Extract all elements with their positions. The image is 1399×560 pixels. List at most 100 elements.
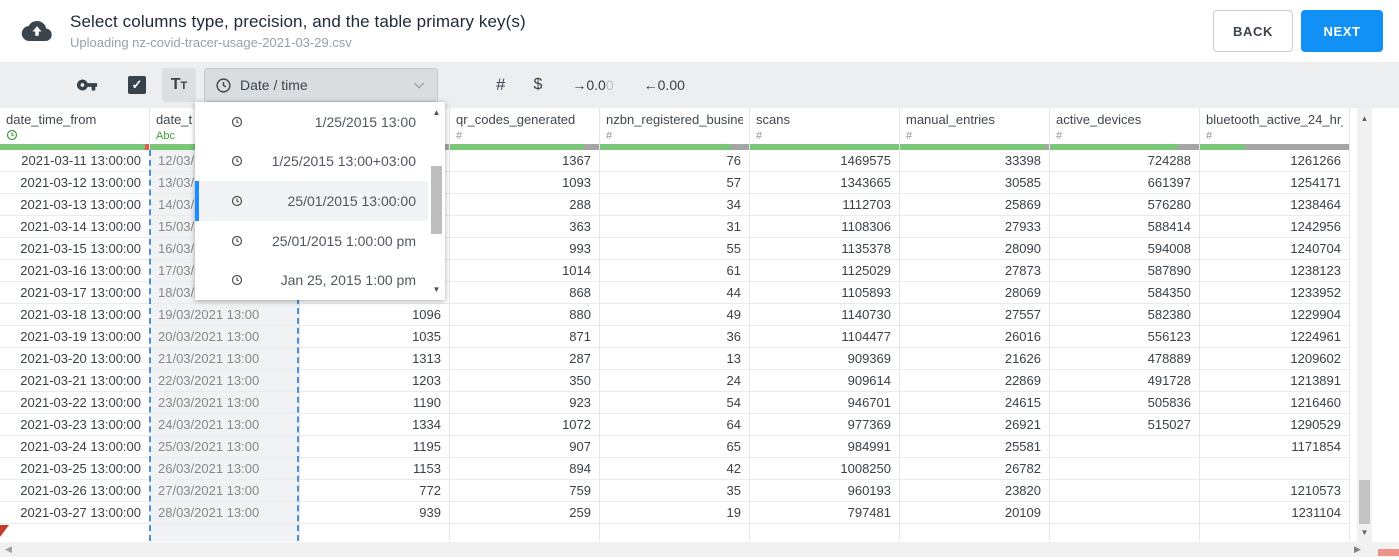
table-cell: 27/03/2021 13:00 (151, 480, 297, 502)
menu-item[interactable]: 25/01/2015 13:00:00 (195, 181, 428, 221)
table-cell: 2021-03-18 13:00:00 (0, 304, 149, 326)
table-cell: 1190 (300, 392, 449, 414)
table-cell: 1112703 (750, 194, 899, 216)
number-type-button[interactable]: # (496, 75, 505, 95)
menu-scroll-down-icon[interactable]: ▼ (428, 285, 445, 294)
page-title: Select columns type, precision, and the … (70, 12, 526, 31)
column-header[interactable]: qr_codes_generated # (450, 108, 599, 144)
table-cell: 26/03/2021 13:00 (151, 458, 297, 480)
header-text: Select columns type, precision, and the … (70, 12, 526, 50)
clock-icon (215, 77, 232, 94)
scroll-up-arrow-icon[interactable]: ▲ (1357, 114, 1372, 123)
table-cell: 1213891 (1200, 370, 1349, 392)
table-cell: 582380 (1050, 304, 1199, 326)
horizontal-scrollbar[interactable]: ◀ ▶ (0, 542, 1399, 557)
boolean-type-checkbox-icon[interactable]: ✓ (128, 76, 146, 94)
table-cell: 993 (450, 238, 599, 260)
column-manual_entries: manual_entries #33398 30585 25869 27933 28090… (900, 108, 1050, 541)
table-cell (1050, 502, 1199, 524)
table-cell: 1093 (450, 172, 599, 194)
table-cell: 19 (600, 502, 749, 524)
primary-key-icon[interactable] (76, 74, 98, 96)
table-cell: 1105893 (750, 282, 899, 304)
table-cell: 1035 (300, 326, 449, 348)
table-cell: 2021-03-24 13:00:00 (0, 436, 149, 458)
table-cell: 20/03/2021 13:00 (151, 326, 297, 348)
table-cell: 26782 (900, 458, 1049, 480)
next-button[interactable]: NEXT (1301, 10, 1383, 52)
vertical-scrollbar[interactable]: ▲ ▼ (1357, 108, 1372, 543)
table-cell: 1238464 (1200, 194, 1349, 216)
table-cell: 25581 (900, 436, 1049, 458)
table-cell: 960193 (750, 480, 899, 502)
table-cell: 894 (450, 458, 599, 480)
column-name: bluetooth_active_24_hr_ (1206, 112, 1343, 127)
table-cell: 907 (450, 436, 599, 458)
menu-item-label: 1/25/2015 13:00+03:00 (271, 153, 416, 170)
table-cell: 36 (600, 326, 749, 348)
text-type-button[interactable]: Tt (162, 68, 196, 102)
table-cell: 2021-03-19 13:00:00 (0, 326, 149, 348)
table-cell: 1231104 (1200, 502, 1349, 524)
table-cell: 1209602 (1200, 348, 1349, 370)
scroll-right-arrow-icon[interactable]: ▶ (1354, 542, 1361, 557)
table-cell: 33398 (900, 150, 1049, 172)
column-header[interactable]: nzbn_registered_busine # (600, 108, 749, 144)
table-cell-partial (450, 524, 599, 541)
menu-item[interactable]: 1/25/2015 13:00 (195, 102, 428, 142)
decrease-precision-button[interactable]: ←0.00 (644, 77, 685, 93)
table-cell: 2021-03-20 13:00:00 (0, 348, 149, 370)
column-header[interactable]: active_devices # (1050, 108, 1199, 144)
table-cell-partial (600, 524, 749, 541)
table-cell: 868 (450, 282, 599, 304)
clock-icon (231, 235, 243, 247)
menu-item-label: 25/01/2015 13:00:00 (287, 192, 416, 209)
menu-item[interactable]: 25/01/2015 1:00:00 pm (195, 221, 428, 261)
clock-icon (231, 116, 243, 128)
back-button[interactable]: BACK (1213, 10, 1293, 52)
vertical-scrollbar-thumb[interactable] (1359, 480, 1370, 524)
menu-item[interactable]: Jan 25, 2015 1:00 pm (195, 260, 428, 300)
column-scans: scans #1469575 1343665 1112703 1108306 113537… (750, 108, 900, 541)
table-cell: 880 (450, 304, 599, 326)
menu-scrollbar-thumb[interactable] (431, 166, 442, 234)
column-header[interactable]: bluetooth_active_24_hr_ # (1200, 108, 1349, 144)
table-cell: 661397 (1050, 172, 1199, 194)
currency-type-button[interactable]: $ (533, 76, 542, 94)
scroll-down-arrow-icon[interactable]: ▼ (1357, 528, 1372, 537)
table-cell-partial (151, 524, 297, 541)
scroll-left-arrow-icon[interactable]: ◀ (5, 542, 12, 557)
menu-scrollbar[interactable]: ▲ ▼ (428, 102, 445, 300)
table-cell: 2021-03-27 13:00:00 (0, 502, 149, 524)
table-cell: 1203 (300, 370, 449, 392)
menu-scroll-up-icon[interactable]: ▲ (428, 108, 445, 117)
table-cell: 1108306 (750, 216, 899, 238)
column-bluetooth_active_24_hr_: bluetooth_active_24_hr_ #1261266 1254171 12… (1200, 108, 1350, 541)
table-cell: 1367 (450, 150, 599, 172)
column-header[interactable]: manual_entries # (900, 108, 1049, 144)
datetime-format-dropdown[interactable]: Date / time (204, 68, 438, 102)
table-cell: 2021-03-14 13:00:00 (0, 216, 149, 238)
table-cell: 1014 (450, 260, 599, 282)
table-cell: 28/03/2021 13:00 (151, 502, 297, 524)
table-cell: 984991 (750, 436, 899, 458)
increase-precision-button[interactable]: →0.00 (572, 77, 613, 93)
menu-item-label: 1/25/2015 13:00 (314, 113, 416, 130)
column-header[interactable]: date_time_from (0, 108, 149, 144)
chevron-down-icon (411, 77, 427, 93)
column-cells: 76 57 34 31 55 61 44 49 36 13 24 54 64 65 42 35 19 (600, 150, 749, 541)
table-cell: 23820 (900, 480, 1049, 502)
table-cell (1050, 458, 1199, 480)
table-cell: 22/03/2021 13:00 (151, 370, 297, 392)
table-cell-partial (1050, 524, 1199, 541)
table-cell: 2021-03-25 13:00:00 (0, 458, 149, 480)
datetime-type-icon (6, 129, 143, 143)
number-type-icon: # (906, 130, 913, 142)
clock-icon (231, 195, 243, 207)
column-header[interactable]: scans # (750, 108, 899, 144)
error-indicator-bar (1378, 549, 1399, 556)
table-cell: 350 (450, 370, 599, 392)
menu-item[interactable]: 1/25/2015 13:00+03:00 (195, 142, 428, 182)
table-cell: 23/03/2021 13:00 (151, 392, 297, 414)
table-cell: 587890 (1050, 260, 1199, 282)
